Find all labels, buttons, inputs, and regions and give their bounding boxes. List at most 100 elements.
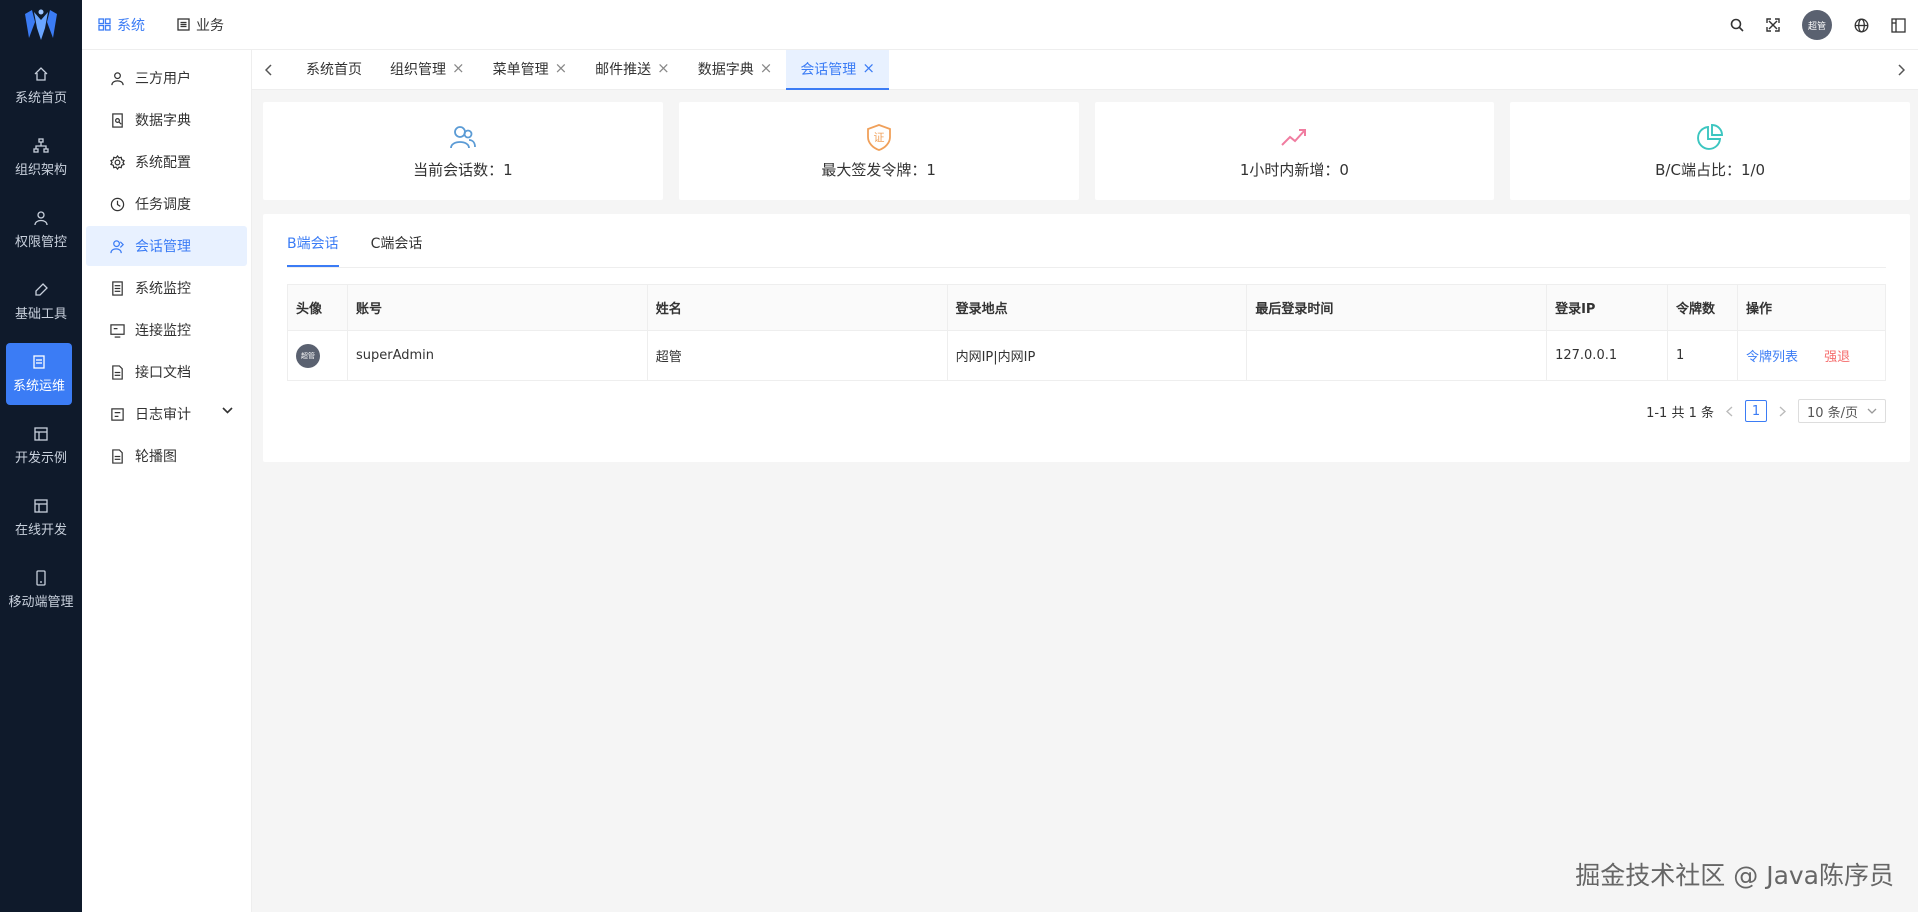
tabs-scroll-right[interactable] — [1884, 50, 1918, 90]
rail-item-label: 移动端管理 — [8, 595, 74, 610]
cell-avatar: 超管 — [287, 330, 348, 381]
tabs-scroll-left[interactable] — [252, 50, 286, 90]
clock-icon — [110, 197, 125, 211]
rail-item[interactable]: 基础工具 — [0, 266, 82, 338]
sidebar-item[interactable]: 连接监控 — [86, 310, 247, 350]
globe-icon[interactable] — [1854, 18, 1869, 33]
rail-item[interactable]: 组织架构 — [0, 122, 82, 194]
sidebar-item[interactable]: 数据字典 — [86, 100, 247, 140]
search-icon[interactable] — [1730, 18, 1744, 32]
home-icon — [34, 67, 48, 81]
close-icon[interactable]: × — [862, 61, 875, 76]
gear-icon — [110, 154, 125, 170]
page-tab[interactable]: 邮件推送 × — [581, 50, 684, 90]
page-tab[interactable]: 系统首页 — [292, 50, 376, 90]
sidebar-item-label: 任务调度 — [135, 197, 191, 213]
mobile-icon — [36, 570, 46, 586]
sidebar-item[interactable]: 系统配置 — [86, 142, 247, 182]
avatar: 超管 — [296, 343, 320, 368]
close-icon[interactable]: × — [760, 61, 773, 76]
grid-icon — [34, 427, 48, 441]
prev-page-icon[interactable] — [1726, 405, 1733, 417]
cell-account: superAdmin — [346, 330, 648, 381]
sidebar-item[interactable]: 轮播图 — [86, 436, 247, 476]
grid-icon — [98, 18, 111, 31]
secondary-sidebar: 三方用户 数据字典 系统配置任务调度会话管理 系统监控 连接监控 接口文档 日志审计 轮播图 — [82, 50, 252, 912]
subtab-c-sessions[interactable]: C端会话 — [371, 233, 423, 267]
sidebar-item[interactable]: 日志审计 — [86, 394, 247, 434]
col-name: 姓名 — [646, 284, 948, 331]
cell-name: 超管 — [646, 330, 948, 381]
page-tab[interactable]: 数据字典 × — [684, 50, 787, 90]
page-tab[interactable]: 会话管理 × — [786, 49, 889, 90]
rail-item-label: 基础工具 — [14, 307, 67, 322]
cell-ip: 127.0.0.1 — [1546, 330, 1669, 381]
app-logo[interactable] — [0, 0, 82, 50]
sidebar-item[interactable]: 三方用户 — [86, 58, 247, 98]
col-tokens: 令牌数 — [1667, 284, 1738, 331]
rail-item[interactable]: 系统运维 — [6, 343, 72, 405]
watermark: 掘金技术社区 @ Java陈序员 — [1575, 861, 1894, 890]
cell-tokens: 1 — [1667, 330, 1738, 381]
next-page-icon[interactable] — [1779, 405, 1786, 417]
page-tab[interactable]: 组织管理 × — [376, 50, 479, 90]
avatar-text: 超管 — [301, 351, 315, 360]
col-ip: 登录IP — [1546, 284, 1669, 331]
stat-cards: 当前会话数：1 证 最大签发令牌：1 1小时内新增：0 B/C端占比：1/0 — [263, 102, 1910, 200]
avatar-text: 超管 — [1807, 21, 1826, 32]
users-icon — [449, 125, 476, 148]
pie-chart-icon — [1697, 123, 1724, 150]
rail-item-label: 系统首页 — [14, 91, 67, 106]
col-location: 登录地点 — [946, 284, 1248, 331]
rail-item[interactable]: 开发示例 — [0, 410, 82, 482]
stat-card-sessions: 当前会话数：1 — [263, 102, 663, 200]
monitor-icon — [112, 280, 123, 296]
close-icon[interactable]: × — [452, 61, 465, 76]
force-logout-link[interactable]: 强退 — [1824, 350, 1850, 365]
chevron-down-icon — [222, 407, 233, 414]
top-tab-label: 系统 — [117, 17, 145, 34]
top-header: 系统 业务 超管 — [82, 0, 1918, 50]
subtab-b-sessions[interactable]: B端会话 — [287, 233, 339, 267]
page-tab-label: 系统首页 — [306, 61, 362, 78]
chevron-down-icon — [1867, 408, 1877, 414]
page-tab[interactable]: 菜单管理 × — [479, 50, 582, 90]
rail-item[interactable]: 移动端管理 — [0, 554, 82, 626]
page-tab-label: 数据字典 — [697, 61, 754, 78]
user-avatar[interactable]: 超管 — [1802, 10, 1832, 40]
rail-item[interactable]: 在线开发 — [0, 482, 82, 554]
session-table: 头像 账号 姓名 登录地点 最后登录时间 登录IP 令牌数 操作 超管 supe… — [287, 284, 1886, 381]
sidebar-item[interactable]: 系统监控 — [86, 268, 247, 308]
pagination: 1-1 共 1 条 1 10 条/页 — [287, 399, 1886, 423]
close-icon[interactable]: × — [657, 61, 670, 76]
cell-actions: 令牌列表 强退 — [1737, 330, 1886, 381]
dict-icon — [112, 112, 123, 128]
sidebar-item[interactable]: 接口文档 — [86, 352, 247, 392]
fullscreen-icon[interactable] — [1766, 18, 1780, 32]
stat-card-new: 1小时内新增：0 — [1094, 102, 1495, 200]
stat-label: B/C端占比：1/0 — [1655, 160, 1766, 179]
session-subtabs: B端会话 C端会话 — [287, 214, 1886, 268]
trend-up-icon — [1281, 128, 1307, 146]
doc-icon — [112, 364, 123, 380]
token-list-link[interactable]: 令牌列表 — [1746, 350, 1798, 365]
sidebar-item[interactable]: 会话管理 — [86, 226, 247, 266]
col-last-login: 最后登录时间 — [1246, 284, 1548, 331]
page-number-current[interactable]: 1 — [1745, 400, 1767, 422]
sidebar-item[interactable]: 任务调度 — [86, 184, 247, 224]
col-actions: 操作 — [1737, 284, 1886, 331]
top-tab-business[interactable]: 业务 — [161, 0, 240, 50]
rail-item-label: 在线开发 — [14, 523, 67, 538]
user-icon — [111, 71, 124, 85]
page-size-select[interactable]: 10 条/页 — [1798, 399, 1886, 423]
layout-icon[interactable] — [1891, 17, 1906, 33]
close-icon[interactable]: × — [555, 61, 568, 76]
top-tab-label: 业务 — [196, 17, 224, 34]
top-tab-system[interactable]: 系统 — [82, 0, 161, 50]
svg-text:证: 证 — [873, 131, 884, 144]
page-tab-label: 组织管理 — [390, 61, 446, 78]
table-row: 超管 superAdmin 超管 内网IP|内网IP 127.0.0.1 1 令… — [287, 330, 1886, 381]
rail-item[interactable]: 权限管控 — [0, 194, 82, 266]
pagination-summary: 1-1 共 1 条 — [1646, 405, 1714, 421]
rail-item[interactable]: 系统首页 — [0, 50, 82, 122]
